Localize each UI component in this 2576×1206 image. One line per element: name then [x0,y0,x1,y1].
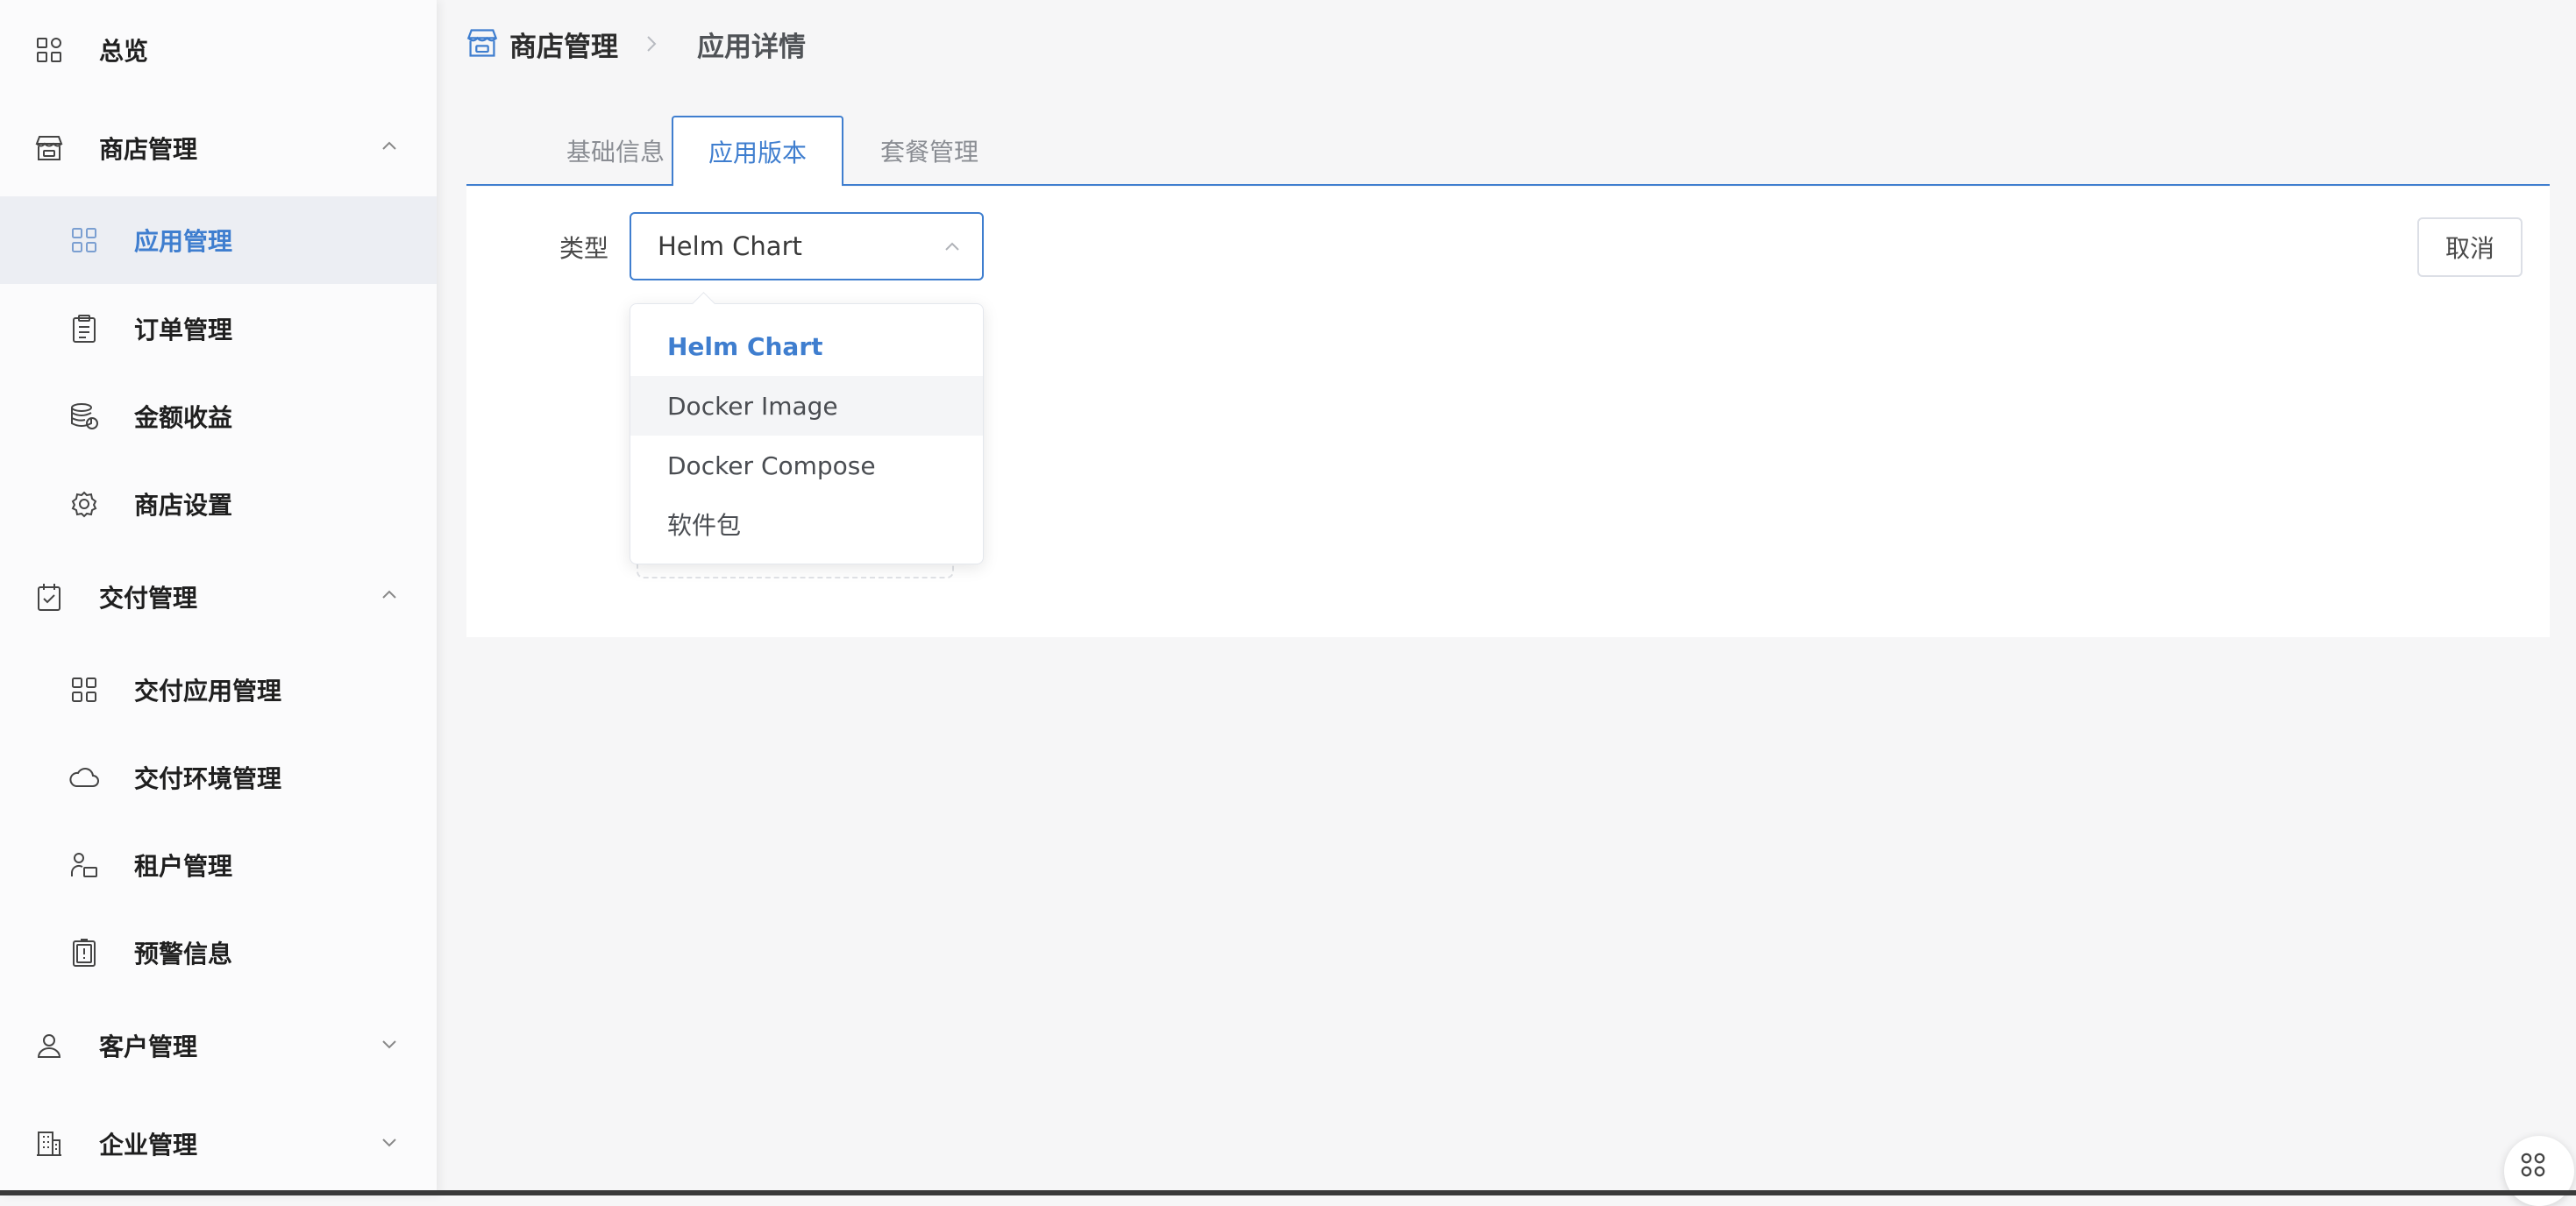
chevron-up-icon [379,136,403,160]
sidebar-item-enterprise[interactable]: 企业管理 [0,1100,437,1188]
chevron-down-icon [379,1033,403,1058]
sidebar-item-label: 客户管理 [99,1032,198,1061]
sidebar-item-label: 交付管理 [99,584,198,613]
sidebar-item-delivery[interactable]: 交付管理 [0,553,437,641]
sidebar-item-label: 应用管理 [134,227,233,256]
sidebar-item-overview[interactable]: 总览 [0,6,437,94]
sidebar-item-orders[interactable]: 订单管理 [0,285,437,372]
bottom-edge-bar [0,1190,2576,1195]
cancel-button[interactable]: 取消 [2417,217,2523,277]
store-icon [466,26,501,61]
sidebar-item-store[interactable]: 商店管理 [0,104,437,192]
sidebar-item-label: 交付环境管理 [134,764,282,793]
store-icon [33,132,65,164]
sidebar-item-label: 金额收益 [134,403,233,432]
sidebar-item-label: 商店设置 [134,491,233,520]
chevron-up-icon [942,237,963,258]
chevron-down-icon [379,1132,403,1156]
sidebar-item-alerts[interactable]: 预警信息 [0,909,437,997]
tab-app-versions[interactable]: 应用版本 [672,116,843,188]
chevron-right-icon [644,34,660,53]
sidebar-item-store-settings[interactable]: 商店设置 [0,460,437,548]
clipboard-icon [68,313,100,344]
sidebar-item-delivery-env[interactable]: 交付环境管理 [0,734,437,821]
page-title: 应用详情 [697,31,806,63]
option-docker-compose[interactable]: Docker Compose [630,436,983,495]
sidebar-item-revenue[interactable]: 金额收益 [0,372,437,460]
type-label: 类型 [559,234,609,263]
building-icon [33,1128,65,1160]
option-docker-image[interactable]: Docker Image [630,376,983,436]
sidebar-item-label: 租户管理 [134,852,233,881]
cloud-icon [68,762,100,793]
sidebar-item-tenants[interactable]: 租户管理 [0,821,437,909]
user-icon [33,1030,65,1061]
sidebar-item-label: 交付应用管理 [134,677,282,706]
breadcrumb: 商店管理 应用详情 [466,21,806,67]
type-select[interactable]: Helm Chart [630,212,984,280]
chevron-up-icon [379,585,403,609]
sidebar-item-label: 企业管理 [99,1131,198,1160]
calendar-check-icon [33,581,65,613]
sidebar-item-label: 预警信息 [134,940,233,968]
sidebar: 总览 商店管理 应用管理 订单管理 金额收益 商店设置 交付管理 交付应用管理 … [0,0,437,1195]
option-helm-chart[interactable]: Helm Chart [630,316,983,376]
type-dropdown: Helm Chart Docker Image Docker Compose 软… [630,292,984,564]
tab-bar: 基础信息 应用版本 套餐管理 [466,116,2550,188]
floating-apps-button[interactable] [2504,1136,2574,1206]
app-grid-icon [68,674,100,706]
type-select-value: Helm Chart [658,231,802,261]
breadcrumb-store-link[interactable]: 商店管理 [509,25,618,64]
sidebar-item-label: 总览 [99,37,149,66]
tab-plan-management[interactable]: 套餐管理 [843,116,1015,186]
option-software-package[interactable]: 软件包 [630,494,983,554]
app-grid-icon [68,224,100,256]
sidebar-item-label: 订单管理 [134,316,233,344]
sidebar-item-app-management[interactable]: 应用管理 [0,196,437,284]
dashboard-icon [33,34,65,66]
alert-doc-icon [68,937,100,968]
database-icon [68,401,100,432]
sidebar-item-delivery-apps[interactable]: 交付应用管理 [0,646,437,734]
gear-icon [68,488,100,520]
app-grid-icon [2521,1153,2545,1177]
tenant-icon [68,849,100,881]
sidebar-item-customers[interactable]: 客户管理 [0,1002,437,1089]
sidebar-item-label: 商店管理 [99,135,198,164]
